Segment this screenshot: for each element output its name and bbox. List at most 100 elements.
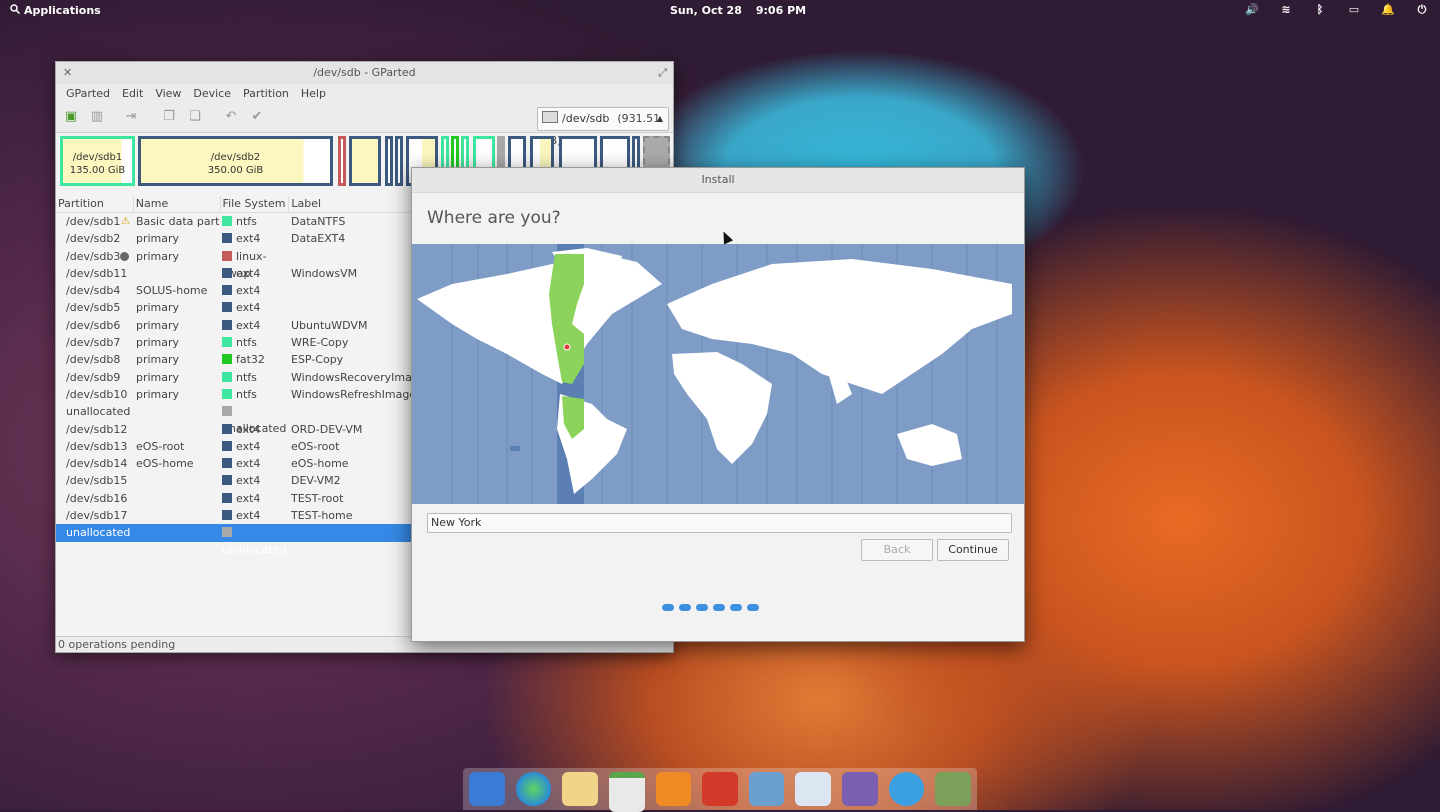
menu-edit[interactable]: Edit xyxy=(116,84,149,104)
cell-filesystem: ext4 xyxy=(220,317,288,334)
table-row[interactable]: unallocated unallocated xyxy=(56,524,416,556)
menu-view[interactable]: View xyxy=(149,84,187,104)
cell-partition: /dev/sdb2 xyxy=(56,230,133,247)
back-button[interactable]: Back xyxy=(861,539,933,561)
cell-filesystem: ntfs xyxy=(220,213,288,230)
filesystem-text: ntfs xyxy=(236,387,257,401)
progress-indicator xyxy=(662,604,759,611)
filesystem-text: ext4 xyxy=(236,474,261,488)
table-row[interactable]: /dev/sdb9 primary ntfs WindowsRecoveryImage xyxy=(56,369,426,386)
table-row[interactable]: /dev/sdb16 ext4 TEST-root xyxy=(56,490,416,507)
cell-partition: /dev/sdb5 xyxy=(56,299,133,316)
cell-name: primary xyxy=(136,370,180,384)
volume-icon[interactable]: 🔊 xyxy=(1244,3,1260,17)
menu-gparted[interactable]: GParted xyxy=(60,84,116,104)
clock[interactable]: Sun, Oct 28 9:06 PM xyxy=(670,4,820,17)
continue-button[interactable]: Continue xyxy=(937,539,1009,561)
partition-block[interactable] xyxy=(385,136,393,186)
table-row[interactable]: /dev/sdb1⚠Basic data partitionntfsDataNT… xyxy=(56,213,416,230)
music-icon[interactable] xyxy=(655,772,692,806)
cell-label: DataNTFS xyxy=(291,215,346,228)
cell-filesystem: ext4 xyxy=(220,490,288,507)
paste-icon[interactable]: ❏ xyxy=(186,109,204,127)
cell-label: eOS-home xyxy=(291,457,349,471)
table-row[interactable]: /dev/sdb3 primary linux-swap xyxy=(56,248,416,280)
apply-icon[interactable]: ✔ xyxy=(248,109,266,127)
table-row[interactable]: /dev/sdb2 primary ext4 DataEXT4 xyxy=(56,230,416,247)
fs-color-swatch xyxy=(222,527,232,538)
new-partition-icon[interactable]: ▣ xyxy=(62,109,80,127)
multitasking-icon[interactable] xyxy=(469,772,505,806)
gparted-toolbar: ▣ ▥ ⇥ ❐ ❏ ↶ ✔ /dev/sdb(931.51 GiB)▲▼ xyxy=(56,104,673,147)
column-header[interactable]: Label xyxy=(289,196,416,212)
partition-block[interactable] xyxy=(349,136,381,186)
table-row[interactable]: /dev/sdb7 primary ntfs WRE-Copy xyxy=(56,334,416,351)
wifi-icon[interactable]: ≋ xyxy=(1278,3,1294,17)
videos-icon[interactable] xyxy=(702,772,738,806)
table-row[interactable]: /dev/sdb15 ext4 DEV-VM2 xyxy=(56,472,416,489)
battery-icon[interactable]: ▭ xyxy=(1346,3,1362,17)
partition-table: Partition Name File System Label /dev/sd… xyxy=(56,196,426,556)
notification-icon[interactable]: 🔔 xyxy=(1380,3,1396,17)
bluetooth-icon[interactable]: ᛒ xyxy=(1312,3,1328,17)
table-row[interactable]: /dev/sdb17 ext4 TEST-home xyxy=(56,507,416,524)
table-row[interactable]: /dev/sdb12 ext4 ORD-DEV-VM xyxy=(56,421,416,438)
cell-partition: /dev/sdb3 xyxy=(56,248,133,265)
filesystem-text: ext4 xyxy=(236,266,261,280)
column-header[interactable]: Name xyxy=(134,196,221,212)
filesystem-text: ext4 xyxy=(236,457,261,471)
web-browser-icon[interactable] xyxy=(515,772,552,806)
calendar-icon[interactable] xyxy=(608,772,645,812)
photos-icon[interactable] xyxy=(748,772,785,806)
fs-color-swatch xyxy=(222,267,232,278)
maximize-icon[interactable]: ⤢ xyxy=(658,62,667,84)
menu-partition[interactable]: Partition xyxy=(237,84,295,104)
power-icon[interactable]: ⏻ xyxy=(1414,3,1430,17)
table-row[interactable]: /dev/sdb4 SOLUS-home ext4 xyxy=(56,282,416,299)
cell-filesystem: linux-swap xyxy=(220,248,288,280)
close-icon[interactable]: ✕ xyxy=(63,62,72,84)
copy-icon[interactable]: ❐ xyxy=(160,109,178,127)
partition-block[interactable]: /dev/sdb2 350.00 GiB xyxy=(138,136,333,186)
device-selector[interactable]: /dev/sdb(931.51 GiB)▲▼ xyxy=(537,107,669,147)
fs-color-swatch xyxy=(222,388,232,399)
cell-name: SOLUS-home xyxy=(136,284,208,298)
filesystem-text: ext4 xyxy=(236,318,261,332)
settings-icon[interactable] xyxy=(795,772,832,806)
delete-icon[interactable]: ▥ xyxy=(88,109,106,127)
install-titlebar[interactable]: Install xyxy=(412,168,1024,193)
applications-menu[interactable]: Applications xyxy=(10,4,101,17)
cell-partition: unallocated xyxy=(56,403,133,420)
partition-block[interactable] xyxy=(395,136,403,186)
menu-device[interactable]: Device xyxy=(187,84,237,104)
table-row[interactable]: /dev/sdb6 primary ext4 UbuntuWDVM xyxy=(56,317,416,334)
appcenter-icon[interactable] xyxy=(842,772,878,806)
column-header[interactable]: Partition xyxy=(56,196,134,212)
undo-icon[interactable]: ↶ xyxy=(222,109,240,127)
gparted-titlebar[interactable]: ✕ /dev/sdb - GParted ⤢ xyxy=(56,62,673,84)
cell-label: UbuntuWDVM xyxy=(291,318,368,332)
partition-block[interactable] xyxy=(338,136,346,186)
table-row[interactable]: /dev/sdb11 ext4 WindowsVM xyxy=(56,265,416,282)
menu-help[interactable]: Help xyxy=(295,84,332,104)
table-row[interactable]: /dev/sdb13 eOS-root ext4 eOS-root xyxy=(56,438,416,455)
timezone-map[interactable] xyxy=(412,244,1024,504)
table-row[interactable]: /dev/sdb14 eOS-home ext4 eOS-home xyxy=(56,455,416,472)
partition-text: /dev/sdb5 xyxy=(66,301,121,315)
cell-partition: /dev/sdb11 xyxy=(56,265,133,282)
partition-text: /dev/sdb8 xyxy=(66,353,121,367)
city-input[interactable]: New York xyxy=(427,513,1012,533)
table-row[interactable]: /dev/sdb8 primary fat32 ESP-Copy xyxy=(56,351,416,368)
partition-block[interactable]: /dev/sdb1 135.00 GiB xyxy=(60,136,135,186)
table-row[interactable]: /dev/sdb10 primary ntfs WindowsRefreshImage xyxy=(56,386,416,403)
fs-color-swatch xyxy=(222,319,232,330)
gparted-icon[interactable] xyxy=(935,772,972,806)
mail-icon[interactable] xyxy=(562,772,598,806)
table-row[interactable]: /dev/sdb5 primary ext4 xyxy=(56,299,416,316)
resize-move-icon[interactable]: ⇥ xyxy=(122,109,140,127)
table-row[interactable]: unallocated unallocated xyxy=(56,403,416,435)
installer-icon[interactable] xyxy=(888,772,925,806)
filesystem-text: ntfs xyxy=(236,370,257,384)
cell-partition: /dev/sdb14 xyxy=(56,455,133,472)
column-header[interactable]: File System xyxy=(221,196,290,212)
